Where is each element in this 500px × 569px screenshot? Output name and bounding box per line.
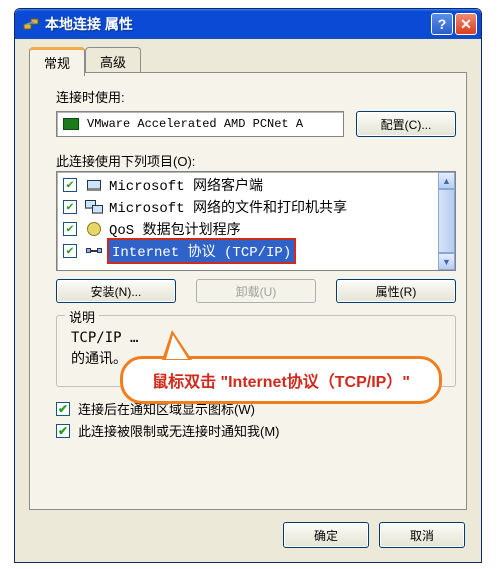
properties-button[interactable]: 属性(R) [336,279,456,303]
tab-row: 常规 高级 [29,47,141,75]
checkbox[interactable]: ✔ [56,402,70,416]
callout-text: 鼠标双击 "Internet协议（TCP/IP）" [152,368,410,392]
option-label: 此连接被限制或无连接时通知我(M) [78,421,280,440]
adapter-name: VMware Accelerated AMD PCNet A [87,117,303,131]
help-button[interactable]: ? [431,13,453,35]
ok-button[interactable]: 确定 [283,522,369,548]
share-icon [85,199,103,215]
scroll-thumb[interactable] [438,189,455,253]
connection-icon [23,17,39,31]
scroll-up-button[interactable]: ▲ [438,172,455,189]
dialog-body: 常规 高级 连接时使用: VMware Accelerated AMD PCNe… [19,39,477,558]
properties-dialog: 本地连接 属性 ? ✕ 常规 高级 连接时使用: VMware Accelera… [14,8,482,563]
uninstall-button: 卸载(U) [196,279,316,303]
connect-using-label: 连接时使用: [56,87,125,106]
tab-panel-general: 连接时使用: VMware Accelerated AMD PCNet A 配置… [29,72,467,510]
description-legend: 说明 [65,307,99,326]
list-item[interactable]: ✔ Microsoft 网络客户端 [57,174,455,196]
cancel-button[interactable]: 取消 [379,522,465,548]
list-item[interactable]: ✔ Microsoft 网络的文件和打印机共享 [57,196,455,218]
install-button[interactable]: 安装(N)... [56,279,176,303]
item-label: Microsoft 网络客户端 [109,175,263,195]
item-label: QoS 数据包计划程序 [109,219,241,239]
qos-icon [85,221,103,237]
item-label-selected: Internet 协议 (TCP/IP) [109,240,294,262]
checkbox[interactable]: ✔ [63,178,77,192]
dialog-button-row: 确定 取消 [283,522,465,548]
nic-icon [63,118,79,130]
tab-general[interactable]: 常规 [29,47,85,76]
list-scrollbar[interactable]: ▲ ▼ [438,172,455,270]
list-item[interactable]: ✔ Internet 协议 (TCP/IP) [57,240,455,262]
adapter-display: VMware Accelerated AMD PCNet A [56,111,344,137]
properties-button-label: 属性(R) [376,283,417,300]
checkbox[interactable]: ✔ [63,244,77,258]
option-notify-limited[interactable]: ✔ 此连接被限制或无连接时通知我(M) [56,421,280,440]
cancel-button-label: 取消 [410,527,434,544]
instruction-callout: 鼠标双击 "Internet协议（TCP/IP）" [120,356,442,404]
configure-button-label: 配置(C)... [381,116,432,133]
window-title: 本地连接 属性 [45,14,429,34]
configure-button[interactable]: 配置(C)... [356,111,456,137]
items-label: 此连接使用下列项目(O): [56,151,195,170]
titlebar[interactable]: 本地连接 属性 ? ✕ [15,9,481,39]
ok-button-label: 确定 [314,527,338,544]
checkbox[interactable]: ✔ [56,424,70,438]
item-label: Microsoft 网络的文件和打印机共享 [109,197,347,217]
client-icon [85,177,103,193]
install-button-label: 安装(N)... [91,283,142,300]
list-item[interactable]: ✔ QoS 数据包计划程序 [57,218,455,240]
item-action-row: 安装(N)... 卸载(U) 属性(R) [56,279,456,303]
checkbox[interactable]: ✔ [63,222,77,236]
close-button[interactable]: ✕ [455,13,477,35]
network-items-list[interactable]: ✔ Microsoft 网络客户端 ✔ Microsoft 网络的文件和打印机共… [56,171,456,271]
tab-advanced[interactable]: 高级 [85,47,141,75]
checkbox[interactable]: ✔ [63,200,77,214]
tcpip-icon [85,243,103,259]
uninstall-button-label: 卸载(U) [236,283,277,300]
scroll-down-button[interactable]: ▼ [438,253,455,270]
